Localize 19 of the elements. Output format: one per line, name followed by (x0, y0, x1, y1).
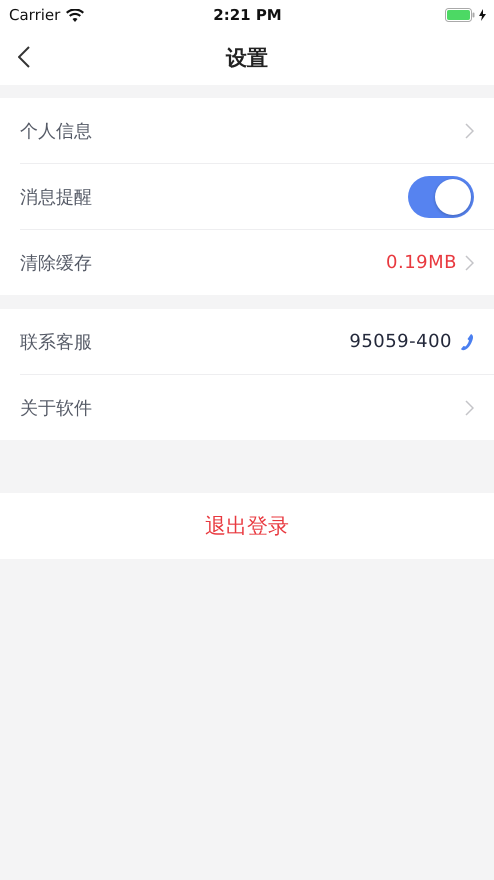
setting-label[interactable]: 清除缓存 (20, 250, 386, 274)
toggle-switch[interactable] (408, 176, 474, 218)
charging-icon (479, 9, 486, 21)
setting-label[interactable]: 联系客服 (20, 330, 350, 354)
setting-label[interactable]: 关于软件 (20, 396, 465, 420)
clock-time: 2:21 PM (213, 6, 282, 24)
page-title: 设置 (226, 44, 268, 72)
cache-size: 0.19MB (386, 252, 457, 273)
logout-button[interactable]: 退出登录 (0, 493, 494, 559)
wifi-icon (66, 8, 84, 22)
phone-icon (460, 332, 474, 350)
setting-label[interactable]: 消息提醒 (20, 184, 408, 208)
chevron-right-icon (465, 254, 474, 270)
carrier-name: Carrier (9, 6, 60, 24)
battery-icon (445, 8, 476, 22)
chevron-right-icon (465, 122, 474, 138)
setting-label[interactable]: 个人信息 (20, 118, 465, 142)
chevron-right-icon (465, 400, 474, 416)
phone-number[interactable]: 95059-400 (349, 331, 452, 352)
